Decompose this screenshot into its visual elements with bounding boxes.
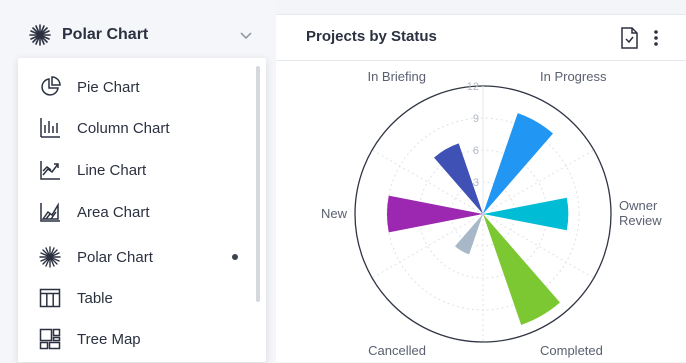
menu-item-line-chart[interactable]: Line Chart [18, 150, 254, 190]
polar-category-label: Review [619, 213, 662, 228]
area-chart-icon [38, 200, 62, 224]
chart-type-select-label: Polar Chart [62, 26, 149, 43]
polar-category-label: Cancelled [368, 343, 426, 358]
radial-tick-label: 9 [473, 113, 479, 125]
chart-title: Projects by Status [306, 28, 437, 45]
chart-header: Projects by Status [276, 15, 686, 61]
menu-item-label: Line Chart [77, 161, 147, 179]
column-chart-icon [38, 116, 62, 140]
chart-panel: Projects by Status 3 6 9 12 In Progress Owner… [276, 14, 686, 362]
menu-item-label: Column Chart [77, 119, 170, 137]
radial-tick-label: 6 [473, 145, 479, 157]
menu-item-column-chart[interactable]: Column Chart [18, 108, 254, 148]
tree-map-icon [38, 327, 62, 351]
file-export-icon[interactable] [618, 26, 640, 50]
menu-item-label: Pie Chart [77, 78, 140, 96]
menu-item-area-chart[interactable]: Area Chart [18, 192, 254, 232]
menu-item-label: Area Chart [77, 203, 150, 221]
menu-item-polar-chart[interactable]: Polar Chart [18, 237, 254, 277]
chart-type-panel: Polar Chart Pie Chart Column Chart Line … [0, 0, 276, 362]
menu-item-tree-map[interactable]: Tree Map [18, 319, 254, 359]
more-vertical-icon[interactable] [648, 26, 664, 50]
chart-type-dropdown: Pie Chart Column Chart Line Chart Area C… [18, 58, 266, 362]
polar-category-label: In Progress [540, 69, 607, 84]
polar-category-label: In Briefing [367, 69, 426, 84]
menu-item-label: Tree Map [77, 330, 141, 348]
line-chart-icon [38, 158, 62, 182]
menu-item-label: Polar Chart [77, 248, 153, 266]
radial-tick-label: 12 [467, 81, 479, 93]
polar-chart: 3 6 9 12 In Progress OwnerReview Completed Canc… [321, 69, 662, 358]
chevron-down-icon[interactable] [238, 27, 254, 43]
menu-item-pie-chart[interactable]: Pie Chart [18, 67, 254, 107]
polar-category-label: Owner [619, 198, 658, 213]
dropdown-scrollbar[interactable] [256, 66, 260, 302]
polar-chart-icon [28, 23, 52, 47]
table-icon [38, 286, 62, 310]
chart-type-select[interactable]: Polar Chart [18, 12, 266, 58]
polar-chart-icon [38, 245, 62, 269]
polar-category-label: New [321, 206, 348, 221]
selected-indicator [232, 254, 238, 260]
menu-item-table[interactable]: Table [18, 278, 254, 318]
radial-tick-label: 3 [473, 177, 479, 189]
pie-chart-icon [38, 75, 62, 99]
menu-item-label: Table [77, 289, 113, 307]
polar-category-label: Completed [540, 343, 603, 358]
